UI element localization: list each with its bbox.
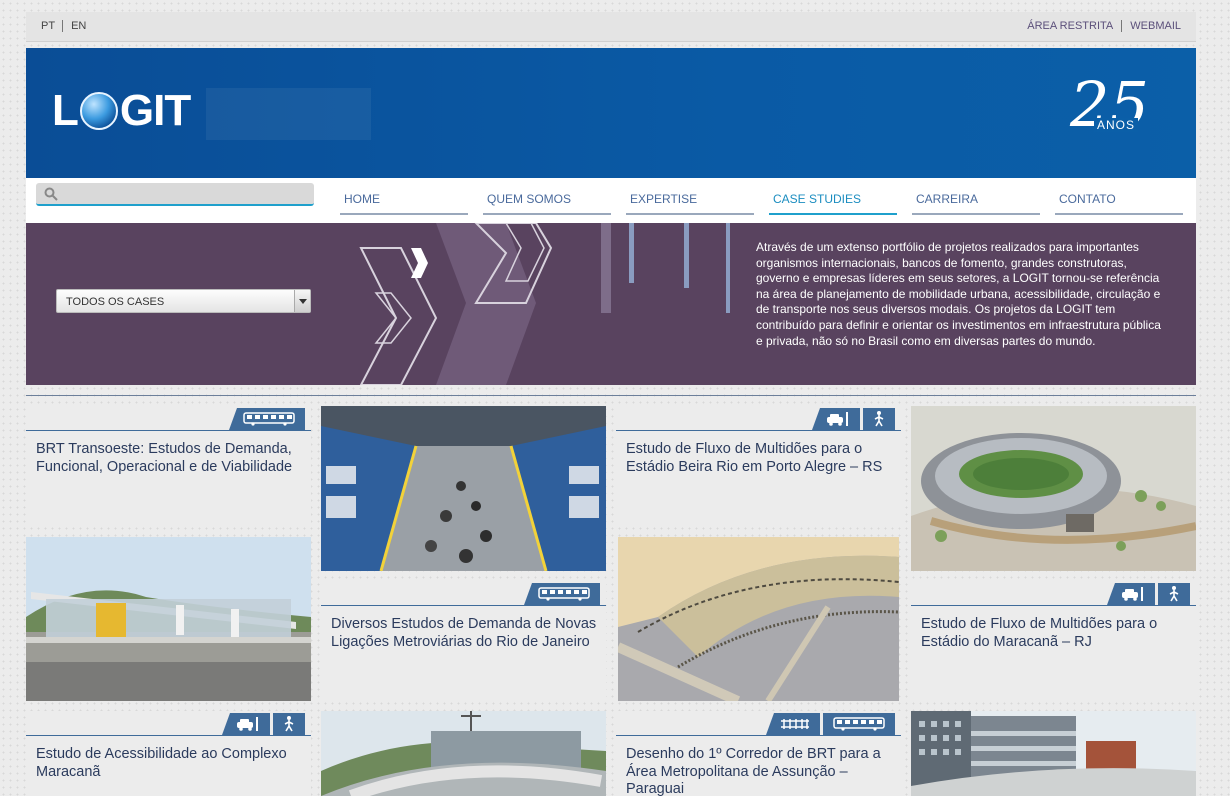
case-title[interactable]: Diversos Estudos de Demanda de Novas Lig… [331,616,600,651]
case-title[interactable]: BRT Transoeste: Estudos de Demanda, Func… [36,441,305,476]
intro-band: TODOS OS CASES Através de um extenso por… [26,223,1196,385]
language-switcher: PT EN [41,20,93,32]
brt-station-photo[interactable] [26,537,311,701]
mode-tabs [226,408,305,430]
card-rule [911,605,1196,606]
main-navbar: HOME QUEM SOMOS EXPERTISE CASE STUDIES C… [26,178,1196,223]
header-decoration [206,88,371,140]
case-card[interactable]: BRT Transoeste: Estudos de Demanda, Func… [26,406,311,526]
logo-letter: L [52,86,79,135]
case-title[interactable]: Estudo de Fluxo de Multidões para o Está… [921,616,1190,651]
search-box[interactable] [36,183,314,206]
case-card[interactable]: Desenho do 1º Corredor de BRT para a Áre… [616,711,901,796]
card-rule [26,430,311,431]
nav-expertise[interactable]: EXPERTISE [626,178,754,215]
webmail-link[interactable]: WEBMAIL [1130,20,1181,32]
walkway-photo[interactable] [321,711,606,796]
mode-tabs [763,713,895,735]
logo[interactable]: L GIT [52,86,191,136]
car-icon [812,408,860,430]
search-icon [44,187,58,201]
case-card[interactable]: Estudo de Fluxo de Multidões para o Está… [911,581,1196,701]
site-header: L GIT 25 ANOS [26,48,1196,178]
divider [26,395,1196,396]
nav-case-studies[interactable]: CASE STUDIES [769,178,897,215]
lang-pt-link[interactable]: PT [41,20,62,32]
case-filter-value: TODOS OS CASES [66,296,165,308]
bus-icon [524,583,600,605]
stadium-render-photo[interactable] [911,406,1196,571]
card-rule [26,735,311,736]
nav-quem-somos[interactable]: QUEM SOMOS [483,178,611,215]
chevron-decoration [359,223,730,385]
car-icon [1107,583,1155,605]
bus-icon [229,408,305,430]
rail-icon [766,713,820,735]
intro-text: Através de um extenso portfólio de proje… [756,240,1161,348]
case-title[interactable]: Desenho do 1º Corredor de BRT para a Áre… [626,746,895,796]
nav-carreira[interactable]: CARREIRA [912,178,1040,215]
case-title[interactable]: Estudo de Fluxo de Multidões para o Está… [626,441,895,476]
nav-home[interactable]: HOME [340,178,468,215]
case-card[interactable]: Estudo de Fluxo de Multidões para o Está… [616,406,901,526]
mode-tabs [219,713,305,735]
restricted-area-link[interactable]: ÁREA RESTRITA [1027,20,1113,32]
pedestrian-icon [1158,583,1190,605]
utility-bar: PT EN ÁREA RESTRITA WEBMAIL [26,12,1196,42]
case-filter-select[interactable]: TODOS OS CASES [56,289,311,313]
logo-text: GIT [119,86,191,135]
card-rule [616,430,901,431]
mode-tabs [521,583,600,605]
card-rule [321,605,606,606]
divider [62,20,64,32]
anniversary-text: ANOS [1094,118,1139,132]
case-card[interactable]: Diversos Estudos de Demanda de Novas Lig… [321,581,606,701]
mode-tabs [1104,583,1190,605]
case-title[interactable]: Estudo de Acessibilidade ao Complexo Mar… [36,746,305,781]
pedestrian-icon [273,713,305,735]
main-nav: HOME QUEM SOMOS EXPERTISE CASE STUDIES C… [340,178,1198,215]
bus-icon [823,713,895,735]
crowd-simulation-photo[interactable] [618,537,899,701]
divider [1121,20,1123,32]
building-photo[interactable] [911,711,1196,796]
nav-contato[interactable]: CONTATO [1055,178,1183,215]
lang-en-link[interactable]: EN [71,20,93,32]
search-input[interactable] [64,185,304,203]
case-card[interactable]: Estudo de Acessibilidade ao Complexo Mar… [26,711,311,796]
utility-links: ÁREA RESTRITA WEBMAIL [1027,20,1181,32]
metro-station-photo[interactable] [321,406,606,571]
globe-icon [79,92,118,130]
anniversary-mark: 25 ANOS [1056,66,1166,156]
card-rule [616,735,901,736]
pedestrian-icon [863,408,895,430]
mode-tabs [809,408,895,430]
car-icon [222,713,270,735]
chevron-down-icon[interactable] [294,290,310,312]
